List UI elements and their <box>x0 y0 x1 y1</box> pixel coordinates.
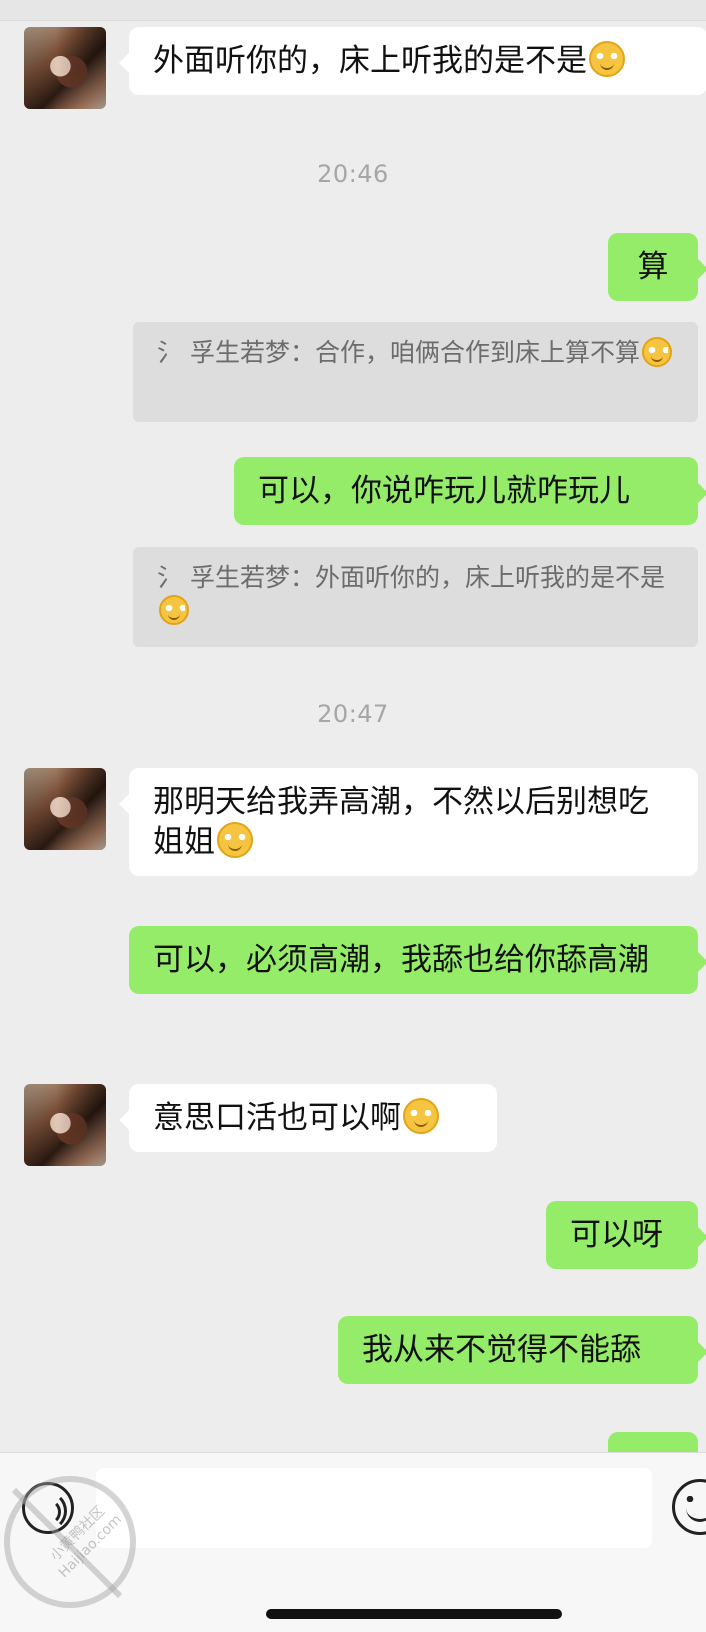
message-bubble-incoming[interactable]: 外面听你的，床上听我的是不是 <box>119 27 706 95</box>
message-text: 可以呀 <box>570 1217 663 1253</box>
smile-face-icon[interactable] <box>672 1479 706 1535</box>
quoted-message[interactable]: 氵 孚生若梦：外面听你的，床上听我的是不是 <box>133 547 698 647</box>
message-bubble-outgoing[interactable]: 可以呀 <box>546 1201 706 1269</box>
watermark-text: 小黄鸭社区 Haijiao.com <box>47 1503 126 1582</box>
message-bubble-outgoing[interactable]: 算 <box>608 233 706 301</box>
message-bubble-incoming[interactable]: 意思口活也可以啊 <box>119 1084 497 1152</box>
avatar[interactable] <box>24 768 106 850</box>
message-text: 我从来不觉得不能舔 <box>362 1332 641 1368</box>
quote-text: 氵 孚生若梦：合作，咱俩合作到床上算不算 <box>157 338 640 367</box>
avatar[interactable] <box>24 1084 106 1166</box>
message-bubble-outgoing[interactable]: 我从来不觉得不能舔 <box>338 1316 706 1384</box>
quoted-message[interactable]: 氵 孚生若梦：合作，咱俩合作到床上算不算 <box>133 322 698 422</box>
home-indicator <box>266 1609 562 1619</box>
message-input[interactable] <box>96 1468 652 1548</box>
smirk-face-icon <box>641 337 672 367</box>
smirk-face-icon <box>217 822 253 858</box>
message-text: 可以，必须高潮，我舔也给你舔高潮 <box>153 942 649 978</box>
timestamp: 20:46 <box>317 160 389 188</box>
chat-scroll-area[interactable]: 外面听你的，床上听我的是不是 20:46 算 氵 孚生若梦：合作，咱俩合作到床上… <box>0 0 706 1452</box>
message-bubble-outgoing[interactable]: 可以，必须高潮，我舔也给你舔高潮 <box>129 926 706 994</box>
message-text: 可以，你说咋玩儿就咋玩儿 <box>258 473 630 509</box>
smirk-face-icon <box>403 1098 439 1134</box>
message-bubble-outgoing-partial[interactable] <box>608 1432 698 1452</box>
message-text: 外面听你的，床上听我的是不是 <box>153 43 587 79</box>
message-bubble-incoming[interactable]: 那明天给我弄高潮，不然以后别想吃姐姐 <box>119 768 698 876</box>
message-text: 意思口活也可以啊 <box>153 1100 401 1136</box>
quote-text: 氵 孚生若梦：外面听你的，床上听我的是不是 <box>157 563 665 592</box>
message-bubble-outgoing[interactable]: 可以，你说咋玩儿就咋玩儿 <box>234 457 706 525</box>
smirk-face-icon <box>589 41 625 77</box>
smirk-face-icon <box>159 595 189 625</box>
timestamp: 20:47 <box>317 700 389 728</box>
watermark-logo: 小黄鸭社区 Haijiao.com <box>4 1476 136 1608</box>
avatar[interactable] <box>24 27 106 109</box>
message-text: 算 <box>637 249 669 285</box>
